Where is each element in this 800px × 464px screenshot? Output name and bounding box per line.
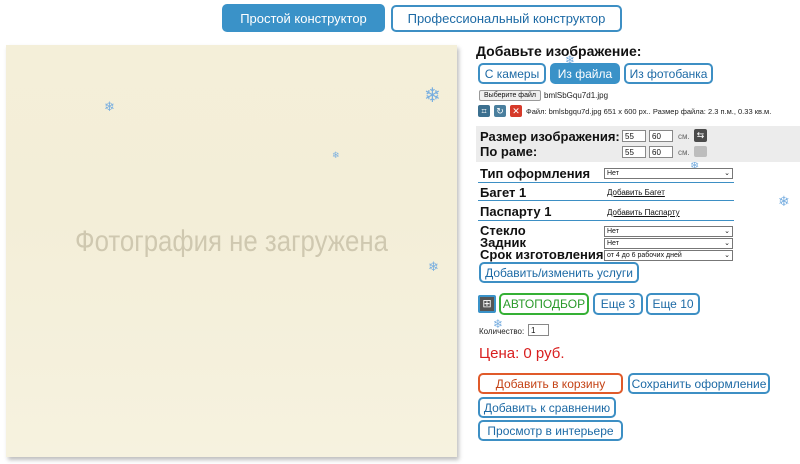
price-value: 0 <box>523 345 532 362</box>
frame-width-input[interactable]: 55 <box>622 146 646 158</box>
production-term-label: Срок изготовления <box>480 247 604 262</box>
production-term-select[interactable]: от 4 до 6 рабочих дней ⌄ <box>604 250 733 261</box>
services-button[interactable]: Добавить/изменить услуги <box>479 262 639 283</box>
image-size-label: Размер изображения: <box>480 129 620 144</box>
glass-select[interactable]: Нет ⌄ <box>604 226 733 237</box>
image-height-input[interactable]: 60 <box>649 130 673 142</box>
refresh-icon-disabled <box>694 146 707 157</box>
frame-height-input[interactable]: 60 <box>649 146 673 158</box>
interior-preview-button[interactable]: Просмотр в интерьере <box>478 420 623 441</box>
snowflake-icon: ❄ <box>428 259 439 274</box>
price-currency: руб. <box>535 345 565 362</box>
baget-label: Багет 1 <box>480 185 527 200</box>
add-baget-button[interactable]: Добавить Багет <box>607 188 665 197</box>
file-name: bmlSbGqu7d1.jpg <box>544 91 609 100</box>
passepartout-label: Паспарту 1 <box>480 204 552 219</box>
divider <box>478 200 734 201</box>
image-size-unit: см. <box>678 132 690 141</box>
add-passepartout-button[interactable]: Добавить Паспарту <box>607 208 680 217</box>
upload-heading: Добавьте изображение: <box>476 43 642 59</box>
image-preview: Фотография не загружена <box>6 45 457 457</box>
divider <box>478 182 734 183</box>
quantity-label: Количество: <box>479 327 525 336</box>
crop-icon[interactable]: ⌗ <box>478 105 490 117</box>
frame-size-label: По раме: <box>480 144 538 159</box>
photobank-button[interactable]: Из фотобанка <box>624 63 713 84</box>
divider <box>478 220 734 221</box>
grid-icon[interactable]: ⊞ <box>478 295 496 313</box>
design-type-select[interactable]: Нет ⌄ <box>604 168 733 179</box>
frame-size-unit: см. <box>678 148 690 157</box>
tab-simple-constructor[interactable]: Простой конструктор <box>222 4 385 32</box>
refresh-icon[interactable]: ⇆ <box>694 129 707 142</box>
camera-button[interactable]: С камеры <box>478 63 546 84</box>
snowflake-icon: ❄ <box>104 99 115 114</box>
save-design-button[interactable]: Сохранить оформление <box>628 373 770 394</box>
design-type-label: Тип оформления <box>480 166 591 181</box>
add-to-cart-button[interactable]: Добавить в корзину <box>478 373 623 394</box>
choose-file-button[interactable]: Выберите файл <box>479 90 541 101</box>
price: Цена: 0 руб. <box>479 345 565 362</box>
more-3-button[interactable]: Еще 3 <box>593 293 643 315</box>
autopick-button[interactable]: АВТОПОДБОР <box>499 293 589 315</box>
preview-placeholder-text: Фотография не загружена <box>75 225 388 258</box>
price-label: Цена: <box>479 345 520 362</box>
snowflake-icon: ❄ <box>778 193 790 209</box>
snowflake-icon: ❄ <box>424 85 441 107</box>
add-to-compare-button[interactable]: Добавить к сравнению <box>478 397 616 418</box>
rotate-icon[interactable]: ↻ <box>494 105 506 117</box>
from-file-button[interactable]: Из файла <box>550 63 620 84</box>
snowflake-icon: ❄ <box>332 150 340 160</box>
tab-pro-constructor[interactable]: Профессиональный конструктор <box>391 5 622 32</box>
quantity-input[interactable]: 1 <box>528 324 549 336</box>
delete-icon[interactable]: ✕ <box>510 105 522 117</box>
file-info: Файл: bmlsbgqu7d.jpg 651 х 600 px.. Разм… <box>526 107 772 116</box>
backing-select[interactable]: Нет ⌄ <box>604 238 733 249</box>
image-width-input[interactable]: 55 <box>622 130 646 142</box>
more-10-button[interactable]: Еще 10 <box>646 293 700 315</box>
